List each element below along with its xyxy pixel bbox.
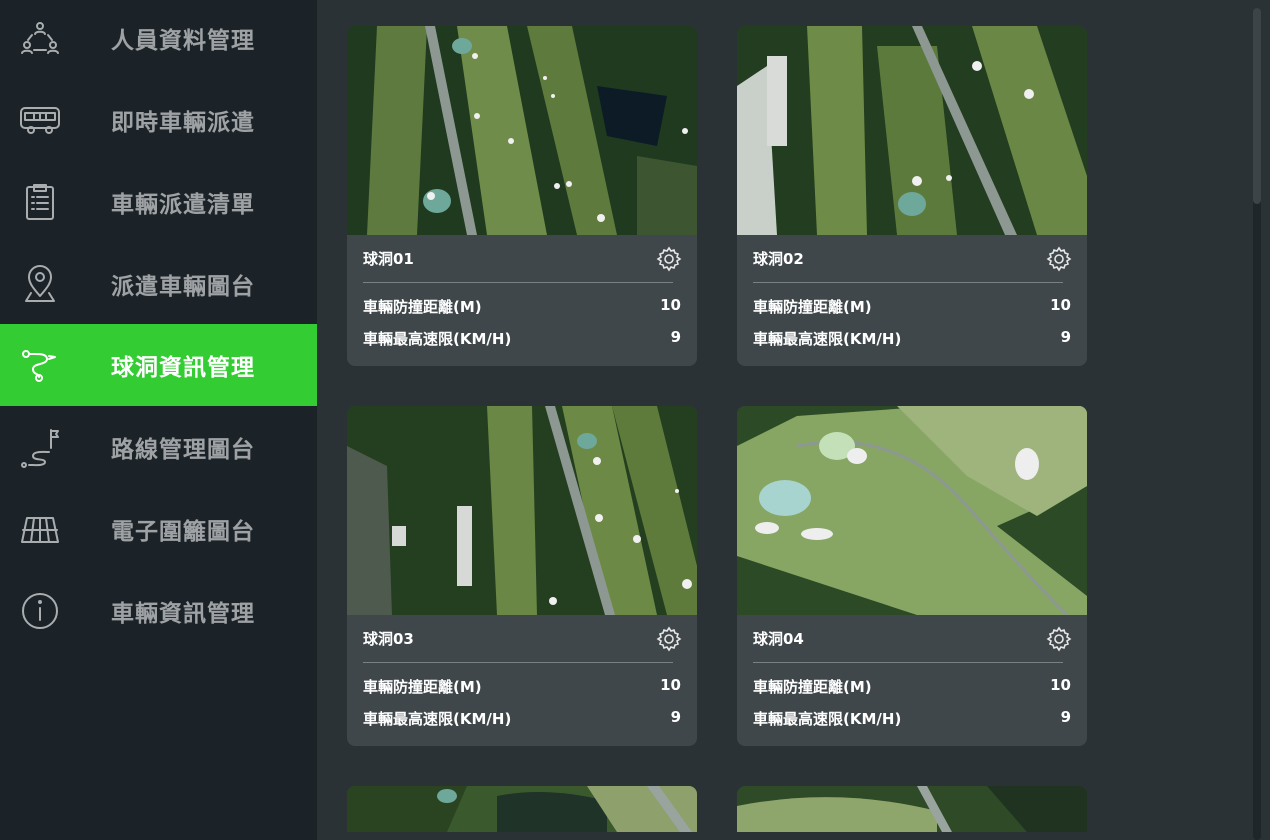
hole-aerial-image: [347, 406, 697, 615]
sidebar-item-personnel[interactable]: 人員資料管理: [0, 0, 317, 79]
sidebar-item-vehicle-map[interactable]: 派遣車輛圖台: [0, 243, 317, 325]
sidebar-item-label: 球洞資訊管理: [111, 355, 255, 381]
sidebar-item-label: 人員資料管理: [111, 28, 255, 54]
app-window: 人員資料管理 即時車輛派遣 車輛派遣清單 派遣車輛圖台 球洞資訊管理 路線管理圖…: [0, 0, 1270, 840]
speed-limit-value: 9: [1060, 708, 1071, 726]
collision-distance-label: 車輛防撞距離(M): [363, 298, 482, 316]
card-divider: [753, 662, 1063, 663]
speed-limit-value: 9: [670, 328, 681, 346]
sidebar: 人員資料管理 即時車輛派遣 車輛派遣清單 派遣車輛圖台 球洞資訊管理 路線管理圖…: [0, 0, 317, 840]
sidebar-item-label: 即時車輛派遣: [111, 110, 255, 136]
hole-card[interactable]: 球洞04 車輛防撞距離(M) 10 車輛最高速限(KM/H) 9: [737, 406, 1087, 746]
sidebar-item-label: 車輛資訊管理: [111, 601, 255, 627]
collision-distance-value: 10: [660, 676, 681, 694]
hole-name: 球洞04: [753, 630, 804, 648]
collision-distance-row: 車輛防撞距離(M) 10: [753, 676, 1071, 698]
sidebar-item-label: 路線管理圖台: [111, 437, 255, 463]
map-pin-icon: [19, 263, 61, 305]
speed-limit-value: 9: [670, 708, 681, 726]
sidebar-item-vehicle-info[interactable]: 車輛資訊管理: [0, 570, 317, 652]
collision-distance-row: 車輛防撞距離(M) 10: [753, 296, 1071, 318]
speed-limit-row: 車輛最高速限(KM/H) 9: [363, 708, 681, 730]
sidebar-item-dispatch-list[interactable]: 車輛派遣清單: [0, 161, 317, 243]
golf-route-icon: [19, 344, 61, 386]
speed-limit-label: 車輛最高速限(KM/H): [753, 330, 902, 348]
hole-card-grid: 球洞01 車輛防撞距離(M) 10 車輛最高速限(KM/H) 9 球洞02 車輛…: [317, 0, 1270, 840]
hole-aerial-image: [347, 786, 697, 832]
speed-limit-row: 車輛最高速限(KM/H) 9: [753, 708, 1071, 730]
sidebar-item-label: 車輛派遣清單: [111, 192, 255, 218]
collision-distance-label: 車輛防撞距離(M): [753, 678, 872, 696]
speed-limit-row: 車輛最高速限(KM/H) 9: [363, 328, 681, 350]
hole-card[interactable]: 球洞01 車輛防撞距離(M) 10 車輛最高速限(KM/H) 9: [347, 26, 697, 366]
gear-icon[interactable]: [1046, 246, 1072, 272]
hole-card[interactable]: 球洞02 車輛防撞距離(M) 10 車輛最高速限(KM/H) 9: [737, 26, 1087, 366]
hole-name: 球洞03: [363, 630, 414, 648]
sidebar-item-geofence-map[interactable]: 電子圍籬圖台: [0, 488, 317, 570]
hole-card[interactable]: 球洞03 車輛防撞距離(M) 10 車輛最高速限(KM/H) 9: [347, 406, 697, 746]
speed-limit-row: 車輛最高速限(KM/H) 9: [753, 328, 1071, 350]
collision-distance-row: 車輛防撞距離(M) 10: [363, 296, 681, 318]
speed-limit-label: 車輛最高速限(KM/H): [363, 330, 512, 348]
vertical-scrollbar[interactable]: [1253, 8, 1261, 840]
card-divider: [363, 282, 673, 283]
collision-distance-label: 車輛防撞距離(M): [363, 678, 482, 696]
sidebar-item-label: 電子圍籬圖台: [111, 519, 255, 545]
card-divider: [363, 662, 673, 663]
speed-limit-label: 車輛最高速限(KM/H): [363, 710, 512, 728]
collision-distance-row: 車輛防撞距離(M) 10: [363, 676, 681, 698]
hole-name: 球洞02: [753, 250, 804, 268]
hole-aerial-image: [347, 26, 697, 235]
sidebar-item-label: 派遣車輛圖台: [111, 274, 255, 300]
hole-aerial-image: [737, 406, 1087, 615]
hole-aerial-image: [737, 786, 1087, 832]
route-flag-icon: [19, 426, 61, 468]
sidebar-item-hole-info[interactable]: 球洞資訊管理: [0, 324, 317, 406]
gear-icon[interactable]: [1046, 626, 1072, 652]
hole-name: 球洞01: [363, 250, 414, 268]
info-circle-icon: [19, 590, 61, 632]
sidebar-item-route-map[interactable]: 路線管理圖台: [0, 406, 317, 488]
hole-aerial-image: [737, 26, 1087, 235]
sidebar-item-dispatch[interactable]: 即時車輛派遣: [0, 79, 317, 161]
gear-icon[interactable]: [656, 246, 682, 272]
scrollbar-thumb[interactable]: [1253, 8, 1261, 204]
collision-distance-value: 10: [660, 296, 681, 314]
collision-distance-label: 車輛防撞距離(M): [753, 298, 872, 316]
people-network-icon: [19, 17, 61, 59]
hole-card-partial[interactable]: [347, 786, 697, 832]
hole-card-partial[interactable]: [737, 786, 1087, 832]
fence-grid-icon: [19, 508, 61, 550]
collision-distance-value: 10: [1050, 296, 1071, 314]
speed-limit-value: 9: [1060, 328, 1071, 346]
gear-icon[interactable]: [656, 626, 682, 652]
card-divider: [753, 282, 1063, 283]
clipboard-list-icon: [19, 181, 61, 223]
collision-distance-value: 10: [1050, 676, 1071, 694]
bus-icon: [19, 99, 61, 141]
speed-limit-label: 車輛最高速限(KM/H): [753, 710, 902, 728]
